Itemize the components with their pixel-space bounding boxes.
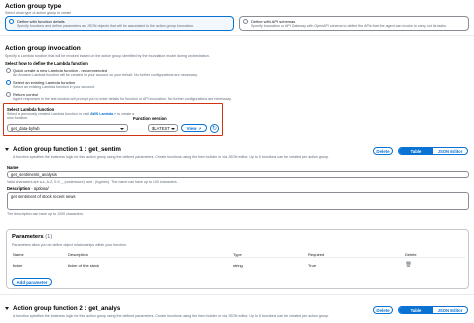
view-button[interactable]: View ↗ (181, 124, 207, 132)
description-hint: The description can have up to 1200 char… (7, 212, 84, 216)
add-parameter-button[interactable]: Add parameter (12, 278, 52, 286)
collapse-toggle[interactable] (5, 307, 9, 310)
radio-api-schemas[interactable] (243, 19, 248, 24)
collapse-toggle[interactable] (5, 148, 9, 151)
select-lambda-desc: Select a previously created Lambda funct… (7, 112, 137, 121)
tab-table[interactable]: Table (399, 148, 433, 154)
option-function-details[interactable]: Define with function details Specify fun… (5, 16, 234, 31)
parameters-title: Parameters (1) (12, 234, 52, 240)
action-group-type-panel: Action group type Select what type of ac… (0, 0, 474, 36)
external-link-icon: ↗ (198, 125, 202, 131)
param-description[interactable]: ticker of the stock (68, 263, 99, 268)
function-2-panel: Action group function 2 : get_analys A f… (0, 301, 474, 323)
radio-return-control[interactable] (6, 92, 11, 97)
radio-function-details[interactable] (9, 19, 14, 24)
existing-lambda-desc: Select an existing Lambda function in yo… (13, 85, 96, 89)
optional-tag: - optional (31, 186, 49, 191)
add-parameter-label: Add parameter (16, 279, 48, 285)
function-version-label: Function version (133, 116, 167, 121)
radio-quick-create[interactable] (6, 68, 11, 73)
delete-label: Delete (376, 148, 390, 154)
description-value: get sentiment of stock recent news (11, 194, 76, 199)
quick-create-desc: An Amazon Lambda function will be create… (13, 73, 198, 77)
external-link-icon: ↗ (113, 112, 117, 116)
view-label: View (186, 125, 197, 131)
option-desc: Specify functions and define parameters … (17, 24, 194, 28)
col-required: Required (308, 252, 325, 257)
aws-lambda-link[interactable]: AWS Lambda (90, 112, 113, 116)
section-title: Action group type (5, 3, 62, 10)
lambda-select-highlight: Select Lambda function Select a previous… (3, 103, 223, 136)
col-type: Type (233, 252, 242, 257)
option-label: Define with API schemas (251, 18, 296, 24)
function-version-select[interactable]: $LATEST (148, 124, 178, 132)
name-hint: Valid characters are a-z, A-Z, 0-9, _ (u… (7, 180, 178, 184)
col-description: Description (68, 252, 89, 257)
lambda-value: get_data-byfwb (11, 125, 40, 131)
table-row: ticker ticker of the stock string True 🗑 (12, 262, 465, 270)
delete-label: Delete (376, 307, 390, 313)
delete-function-button[interactable]: Delete (373, 147, 393, 155)
option-api-schemas[interactable]: Define with API schemas Specify invocati… (239, 16, 469, 31)
parameters-title-text: Parameters (12, 234, 44, 240)
tab-json-editor[interactable]: JSON Editor (433, 148, 467, 154)
return-control-desc: Agent responses in the test window will … (13, 97, 232, 101)
parameters-count: (1) (45, 234, 53, 240)
lambda-function-select[interactable]: get_data-byfwb (7, 124, 128, 132)
function-1-panel: Action group function 1 : get_sentim A f… (0, 145, 474, 295)
parameters-table-header: Name Description Type Required Delete (12, 251, 465, 258)
refresh-button[interactable]: ↻ (210, 123, 219, 133)
function-desc: A function specifies the business logic … (13, 155, 330, 159)
view-mode-tabs: Table JSON Editor (398, 306, 468, 314)
trash-icon[interactable]: 🗑 (405, 262, 412, 268)
function-title: Action group function 2 : get_analys (13, 305, 121, 312)
option-desc: Specify invocation or API Gateway with O… (251, 24, 447, 28)
tab-table[interactable]: Table (399, 307, 433, 313)
action-group-invocation-panel: Action group invocation Specify a Lambda… (0, 41, 474, 150)
section-subtitle: Select what type of action group to crea… (5, 11, 72, 15)
description-label-text: Description (7, 186, 31, 191)
chevron-down-icon (120, 127, 124, 130)
refresh-icon: ↻ (211, 125, 218, 132)
tab-json-editor[interactable]: JSON Editor (433, 307, 467, 313)
param-type[interactable]: string (233, 263, 243, 268)
section-subtitle: Specify a Lambda function that will be i… (5, 54, 210, 58)
name-value: get_sentiments_analysis (11, 172, 57, 177)
select-desc-text: Select a previously created Lambda funct… (7, 112, 90, 116)
function-title: Action group function 1 : get_sentim (13, 146, 121, 153)
radio-existing-lambda[interactable] (6, 80, 11, 85)
define-label: Select how to define the Lambda function (5, 61, 88, 66)
function-name-input[interactable]: get_sentiments_analysis (7, 171, 469, 178)
section-title: Action group invocation (5, 45, 81, 52)
function-desc: A function specifies the business logic … (13, 314, 330, 318)
delete-function-button[interactable]: Delete (373, 306, 393, 314)
param-name[interactable]: ticker (13, 263, 23, 268)
view-mode-tabs: Table JSON Editor (398, 147, 468, 155)
param-required[interactable]: True (308, 263, 316, 268)
function-description-textarea[interactable]: get sentiment of stock recent news (7, 192, 469, 210)
name-label: Name (7, 165, 19, 170)
parameters-desc: Parameters allow you do define object re… (12, 243, 127, 247)
description-label: Description - optional (7, 186, 48, 191)
parameters-container: Parameters (1) Parameters allow you do d… (6, 229, 469, 289)
col-name: Name (13, 252, 24, 257)
col-delete: Delete (405, 252, 417, 257)
version-value: $LATEST (152, 125, 170, 131)
chevron-down-icon (171, 127, 175, 130)
option-label: Define with function details (17, 18, 65, 24)
